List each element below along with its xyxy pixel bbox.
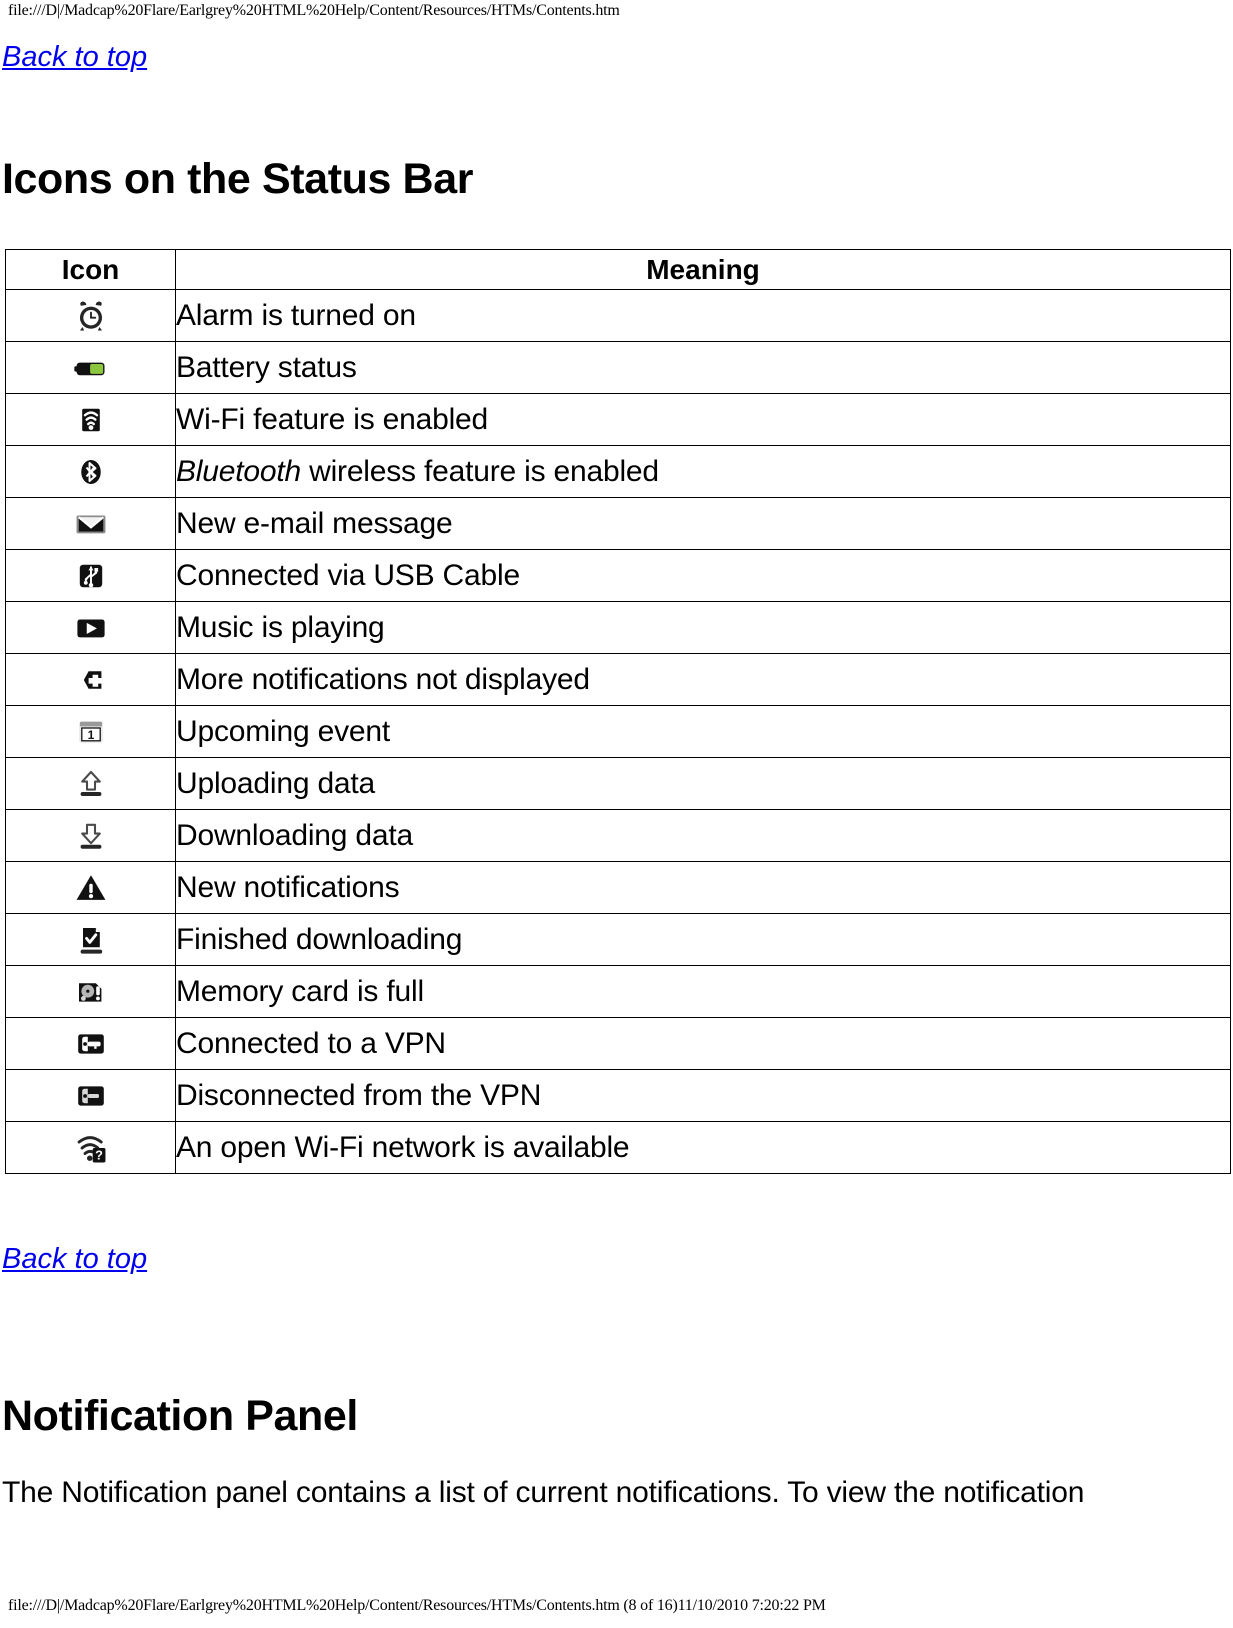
icon-meaning-cell: Battery status — [175, 341, 1231, 394]
alarm-clock-icon — [5, 289, 176, 342]
icon-meaning-cell: New notifications — [175, 861, 1231, 914]
usb-icon — [5, 549, 176, 602]
icon-meaning-cell: Connected to a VPN — [175, 1017, 1231, 1070]
table-row: Alarm is turned on — [5, 289, 1231, 342]
svg-text:1: 1 — [87, 727, 94, 741]
table-row: Wi-Fi feature is enabled — [5, 393, 1231, 446]
emphasis-text: Bluetooth — [176, 454, 301, 488]
icon-meaning-cell: Wi-Fi feature is enabled — [175, 393, 1231, 446]
bluetooth-icon — [5, 445, 176, 498]
table-row: Uploading data — [5, 757, 1231, 810]
page-title-icons-on-status-bar: Icons on the Status Bar — [2, 155, 474, 203]
wifi-icon — [5, 393, 176, 446]
icon-meaning-cell: Downloading data — [175, 809, 1231, 862]
icon-meaning-cell: More notifications not displayed — [175, 653, 1231, 706]
table-header-row: Icon Meaning — [5, 249, 1231, 290]
table-row: Memory card is full — [5, 965, 1231, 1018]
icon-meaning-cell: An open Wi-Fi network is available — [175, 1121, 1231, 1174]
table-row: Downloading data — [5, 809, 1231, 862]
table-row: Connected to a VPN — [5, 1017, 1231, 1070]
icon-meaning-cell: Memory card is full — [175, 965, 1231, 1018]
vpn-disconnected-icon — [5, 1069, 176, 1122]
battery-icon — [5, 341, 176, 394]
table-row: Connected via USB Cable — [5, 549, 1231, 602]
table-row: 1 Upcoming event — [5, 705, 1231, 758]
icon-meaning-cell: Upcoming event — [175, 705, 1231, 758]
table-row: ? An open Wi-Fi network is available — [5, 1121, 1231, 1174]
icon-meaning-cell: Alarm is turned on — [175, 289, 1231, 342]
email-envelope-icon — [5, 497, 176, 550]
wifi-open-network-icon: ? — [5, 1121, 176, 1174]
table-row: Music is playing — [5, 601, 1231, 654]
music-play-icon — [5, 601, 176, 654]
icon-meaning-cell: Uploading data — [175, 757, 1231, 810]
header-file-path: file:///D|/Madcap%20Flare/Earlgrey%20HTM… — [8, 2, 620, 19]
icon-meaning-cell: Finished downloading — [175, 913, 1231, 966]
table-row: New notifications — [5, 861, 1231, 914]
meaning-text: wireless feature is enabled — [300, 454, 659, 488]
calendar-event-icon: 1 — [5, 705, 176, 758]
vpn-connected-icon — [5, 1017, 176, 1070]
footer-file-path: file:///D|/Madcap%20Flare/Earlgrey%20HTM… — [8, 1597, 826, 1614]
table-row: Bluetooth wireless feature is enabled — [5, 445, 1231, 498]
upload-arrow-icon — [5, 757, 176, 810]
table-row: Battery status — [5, 341, 1231, 394]
warning-triangle-icon — [5, 861, 176, 914]
more-plus-icon — [5, 653, 176, 706]
column-header-icon: Icon — [5, 249, 176, 290]
notification-panel-paragraph: The Notification panel contains a list o… — [2, 1476, 1085, 1509]
back-to-top-link-lower[interactable]: Back to top — [2, 1242, 147, 1276]
icon-meaning-cell: Connected via USB Cable — [175, 549, 1231, 602]
table-row: Disconnected from the VPN — [5, 1069, 1231, 1122]
page-title-notification-panel: Notification Panel — [2, 1392, 358, 1440]
icon-meaning-cell: Music is playing — [175, 601, 1231, 654]
back-to-top-link-upper[interactable]: Back to top — [2, 40, 147, 74]
table-row: More notifications not displayed — [5, 653, 1231, 706]
download-arrow-icon — [5, 809, 176, 862]
table-row: Finished downloading — [5, 913, 1231, 966]
table-row: New e-mail message — [5, 497, 1231, 550]
status-bar-icons-table: Icon Meaning Alarm is turned on Battery s… — [5, 249, 1231, 1174]
icon-meaning-cell: Disconnected from the VPN — [175, 1069, 1231, 1122]
icon-meaning-cell: New e-mail message — [175, 497, 1231, 550]
svg-text:?: ? — [95, 1147, 103, 1162]
download-complete-icon — [5, 913, 176, 966]
icon-meaning-cell: Bluetooth wireless feature is enabled — [175, 445, 1231, 498]
memory-card-full-icon — [5, 965, 176, 1018]
column-header-meaning: Meaning — [175, 249, 1231, 290]
